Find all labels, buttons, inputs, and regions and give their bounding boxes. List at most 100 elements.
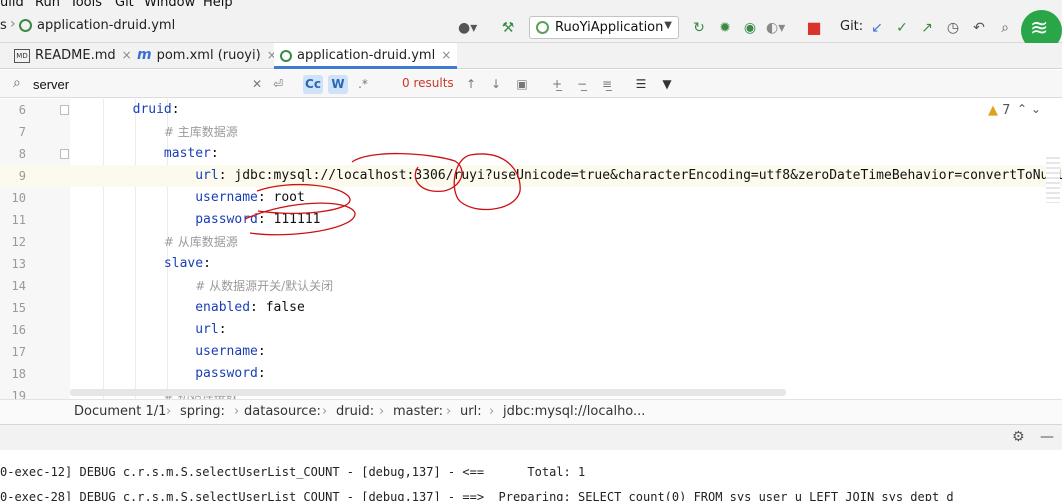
- clear-icon[interactable]: ✕: [250, 75, 264, 94]
- menu-help[interactable]: Help: [203, 0, 233, 10]
- line-number: 7: [18, 125, 26, 139]
- arrow-up-icon[interactable]: ↑: [463, 75, 479, 94]
- git-update-icon[interactable]: ↙: [868, 19, 886, 37]
- filter-icon[interactable]: ▼: [658, 75, 676, 94]
- code-editor[interactable]: 6 druid: 7 # 主库数据源 8 master: 9 url: jdbc…: [0, 99, 1062, 399]
- debug-icon[interactable]: ✹: [716, 19, 734, 37]
- structure-breadcrumbs: Document 1/1 › spring: › datasource: › d…: [0, 399, 1062, 424]
- yaml-key: master: [163, 146, 211, 161]
- yml-icon: [280, 49, 292, 62]
- match-case-toggle[interactable]: Cc: [303, 75, 323, 94]
- code-line: 14 # 从数据源开关/默认关闭: [0, 275, 1062, 297]
- editor-tab-bar: MD README.md × m pom.xml (ruoyi) × applicati…: [0, 43, 1062, 69]
- remove-occurrence-icon[interactable]: −̲: [573, 75, 591, 94]
- code-line: 13 slave:: [0, 253, 1062, 275]
- yaml-value: jdbc:mysql://localhost:3306/ruyi?useUnic…: [234, 168, 1062, 183]
- rerun-icon[interactable]: ↻: [690, 19, 708, 37]
- tab-pom[interactable]: m pom.xml (ruoyi) ×: [137, 43, 277, 69]
- inspection-nav[interactable]: ⌃ ⌄: [1017, 102, 1041, 116]
- menu-window[interactable]: Window: [144, 0, 195, 10]
- yaml-key: enabled: [195, 300, 251, 315]
- user-icon[interactable]: ●▾: [458, 19, 477, 37]
- search-everywhere-icon[interactable]: ⌕: [996, 19, 1014, 37]
- breadcrumb-document[interactable]: Document 1/1: [74, 404, 166, 419]
- run-console[interactable]: 0-exec-12] DEBUG c.r.s.m.S.selectUserLis…: [0, 450, 1062, 501]
- run-config-label: RuoYiApplication: [555, 20, 664, 35]
- nav-crumb-parent[interactable]: s: [0, 18, 7, 33]
- warning-count: 7: [1002, 103, 1011, 118]
- code-line: 6 druid:: [0, 99, 1062, 121]
- code-text: enabled: false: [195, 300, 305, 315]
- chevron-right-icon: ›: [322, 404, 328, 419]
- minimize-icon[interactable]: —: [1040, 429, 1054, 445]
- nav-crumb-file[interactable]: application-druid.yml: [37, 18, 175, 33]
- words-toggle[interactable]: W: [328, 75, 348, 94]
- newline-icon[interactable]: ⏎: [270, 75, 286, 94]
- breadcrumb-url-value[interactable]: jdbc:mysql://localho...: [503, 404, 645, 419]
- profiler-icon[interactable]: ◐▾: [766, 19, 785, 37]
- gear-icon[interactable]: ⚙: [1012, 429, 1025, 445]
- tab-application-druid[interactable]: application-druid.yml ×: [274, 43, 458, 69]
- code-line: 8 master:: [0, 143, 1062, 165]
- chevron-right-icon: ›: [489, 404, 495, 419]
- breadcrumb-datasource[interactable]: datasource:: [244, 404, 321, 419]
- code-text: username:: [195, 344, 266, 359]
- fold-marker-icon[interactable]: [60, 149, 69, 159]
- breadcrumb-master[interactable]: master:: [393, 404, 443, 419]
- yaml-key: username: [195, 190, 258, 205]
- line-number: 19: [11, 389, 26, 399]
- warning-icon: ▲: [988, 103, 998, 118]
- menu-git[interactable]: Git: [115, 0, 134, 10]
- close-icon[interactable]: ×: [441, 48, 451, 62]
- menu-build[interactable]: uild: [0, 0, 24, 10]
- close-icon[interactable]: ×: [122, 48, 132, 62]
- code-line: 16 url:: [0, 319, 1062, 341]
- rollback-icon[interactable]: ↶: [970, 19, 988, 37]
- tab-label: pom.xml (ruoyi): [156, 48, 261, 63]
- history-icon[interactable]: ◷: [944, 19, 962, 37]
- line-number: 11: [11, 213, 26, 227]
- regex-toggle[interactable]: .*: [355, 75, 371, 94]
- breadcrumb-druid[interactable]: druid:: [336, 404, 374, 419]
- line-number: 15: [11, 301, 26, 315]
- select-occurrences-icon[interactable]: ≡̲: [598, 75, 616, 94]
- code-text: master:: [163, 146, 219, 161]
- tool-window-header: ⚙ —: [0, 424, 1062, 450]
- yaml-key: druid: [132, 102, 172, 117]
- git-commit-icon[interactable]: ✓: [893, 19, 911, 37]
- inspection-widget[interactable]: ▲ 7: [988, 103, 1010, 118]
- chevron-up-icon[interactable]: ⌃: [1017, 102, 1027, 116]
- code-text: # 主库数据源: [70, 121, 238, 144]
- code-text: password: 111111: [195, 212, 321, 227]
- select-all-icon[interactable]: ▣: [514, 75, 530, 94]
- filter-lines-icon[interactable]: ☰: [632, 75, 650, 94]
- arrow-down-icon[interactable]: ↓: [488, 75, 504, 94]
- menu-run[interactable]: Run: [35, 0, 60, 10]
- code-text: username: root: [195, 190, 305, 205]
- yaml-key: slave: [163, 256, 204, 271]
- add-occurrence-icon[interactable]: +̲: [548, 75, 566, 94]
- code-text: url: jdbc:mysql://localhost:3306/ruyi?us…: [70, 165, 1062, 187]
- hammer-icon[interactable]: ⚒: [499, 19, 517, 37]
- chevron-down-icon[interactable]: ⌄: [1031, 102, 1041, 116]
- chevron-right-icon: ›: [446, 404, 452, 419]
- breadcrumb-url[interactable]: url:: [460, 404, 482, 419]
- git-push-icon[interactable]: ↗: [918, 19, 936, 37]
- search-icon[interactable]: ⌕: [13, 75, 21, 91]
- tab-label: README.md: [35, 48, 116, 63]
- run-config-select[interactable]: RuoYiApplication ▼: [529, 16, 679, 39]
- code-text: # 从库数据源: [70, 231, 238, 254]
- menu-bar: uild Run Tools Git Window Help: [0, 0, 1062, 10]
- yaml-comment: # 主库数据源: [163, 125, 238, 139]
- menu-tools[interactable]: Tools: [70, 0, 102, 10]
- stop-icon[interactable]: ■: [805, 19, 823, 37]
- fold-marker-icon[interactable]: [60, 105, 69, 115]
- search-input[interactable]: [33, 74, 255, 94]
- code-line: 7 # 主库数据源: [0, 121, 1062, 143]
- horizontal-scrollbar[interactable]: [70, 389, 786, 396]
- coverage-icon[interactable]: ◉: [741, 19, 759, 37]
- code-line: 15 enabled: false: [0, 297, 1062, 319]
- breadcrumb-spring[interactable]: spring:: [180, 404, 225, 419]
- chevron-right-icon: ›: [10, 16, 16, 32]
- tab-readme[interactable]: MD README.md ×: [14, 43, 132, 69]
